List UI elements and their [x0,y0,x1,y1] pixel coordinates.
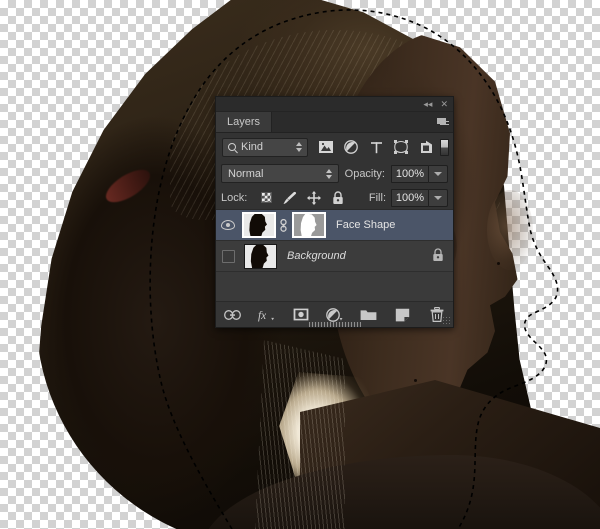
filter-type-icons[interactable] [318,139,434,155]
fill-group[interactable]: Fill: 100% [368,188,448,207]
layer-filter-row[interactable]: Kind [216,133,453,161]
opacity-slider-toggle[interactable] [429,164,448,183]
layer-list[interactable]: Face Shape Background [216,210,453,304]
tab-layers-label: Layers [227,116,261,128]
skin-mark [414,379,417,382]
panel-tab-strip[interactable]: Layers [216,112,453,133]
eye-off-icon [221,249,235,263]
panel-title-bar[interactable]: ◂◂ ✕ [216,97,453,112]
tab-layers[interactable]: Layers [216,112,273,132]
chevron-updown-icon [325,168,332,179]
photoshop-canvas: ◂◂ ✕ Layers Kind Normal Opacity: 100% Lo… [0,0,600,529]
eye-icon [221,220,235,230]
layer-thumbnail[interactable] [242,212,276,238]
table-row[interactable]: Background [216,241,453,272]
lock-label: Lock: [221,191,248,204]
fill-label: Fill: [368,191,386,204]
chevron-updown-icon [296,142,303,152]
filter-kind-select[interactable]: Kind [222,137,309,157]
lock-position-icon[interactable] [307,190,322,205]
new-layer-button[interactable] [394,306,411,323]
panel-menu-icon[interactable] [433,112,453,132]
layers-panel[interactable]: ◂◂ ✕ Layers Kind Normal Opacity: 100% Lo… [215,96,454,328]
table-row[interactable]: Face Shape [216,210,453,241]
skin-mark [497,262,500,265]
filter-shape-layers-icon[interactable] [393,139,409,155]
new-fill-adjustment-button[interactable] [326,306,343,323]
tab-strip-filler [272,112,433,132]
layer-visibility-toggle[interactable] [216,220,240,230]
panel-resize-grip[interactable] [442,316,451,325]
new-group-button[interactable] [360,306,377,323]
horizontal-scrollbar[interactable] [308,322,361,327]
fill-slider-toggle[interactable] [429,188,448,207]
lock-image-pixels-icon[interactable] [283,191,297,205]
layer-mask-thumbnail[interactable] [292,212,326,238]
layer-list-empty-area [216,272,453,304]
opacity-value[interactable]: 100% [391,164,429,183]
lock-all-icon[interactable] [331,190,345,205]
add-layer-mask-button[interactable] [292,306,309,323]
filter-enable-toggle[interactable] [440,138,449,156]
svg-text:fx: fx [258,309,266,321]
blend-mode-select[interactable]: Normal [221,164,339,183]
lock-transparent-pixels-icon[interactable] [259,191,273,205]
collapse-icon[interactable]: ◂◂ [423,99,432,109]
fill-value[interactable]: 100% [391,188,429,207]
filter-type-layers-icon[interactable] [368,139,384,155]
filter-pixel-layers-icon[interactable] [318,139,334,155]
mask-link-icon[interactable] [276,218,290,232]
lock-row[interactable]: Lock: Fill: 100% [216,186,453,210]
hamburger-icon [437,117,449,127]
hair-strands-lower [255,340,345,529]
filter-smart-objects-icon[interactable] [418,139,434,155]
link-layers-button[interactable] [224,306,241,323]
cheek-highlight [487,190,533,270]
close-icon[interactable]: ✕ [440,99,448,109]
layer-style-button[interactable]: fx [258,306,275,323]
blend-mode-row[interactable]: Normal Opacity: 100% [216,161,453,186]
blend-mode-value: Normal [228,167,264,180]
layer-visibility-toggle[interactable] [216,249,240,263]
lock-buttons[interactable] [259,190,345,205]
layer-name[interactable]: Face Shape [336,219,395,231]
layer-name[interactable]: Background [287,250,346,262]
magnifier-icon [228,143,236,151]
layer-thumbnail[interactable] [244,243,277,269]
opacity-label: Opacity: [344,167,385,180]
filter-adjustment-layers-icon[interactable] [343,139,359,155]
filter-kind-label: Kind [241,141,264,153]
layer-locked-icon [432,247,444,265]
